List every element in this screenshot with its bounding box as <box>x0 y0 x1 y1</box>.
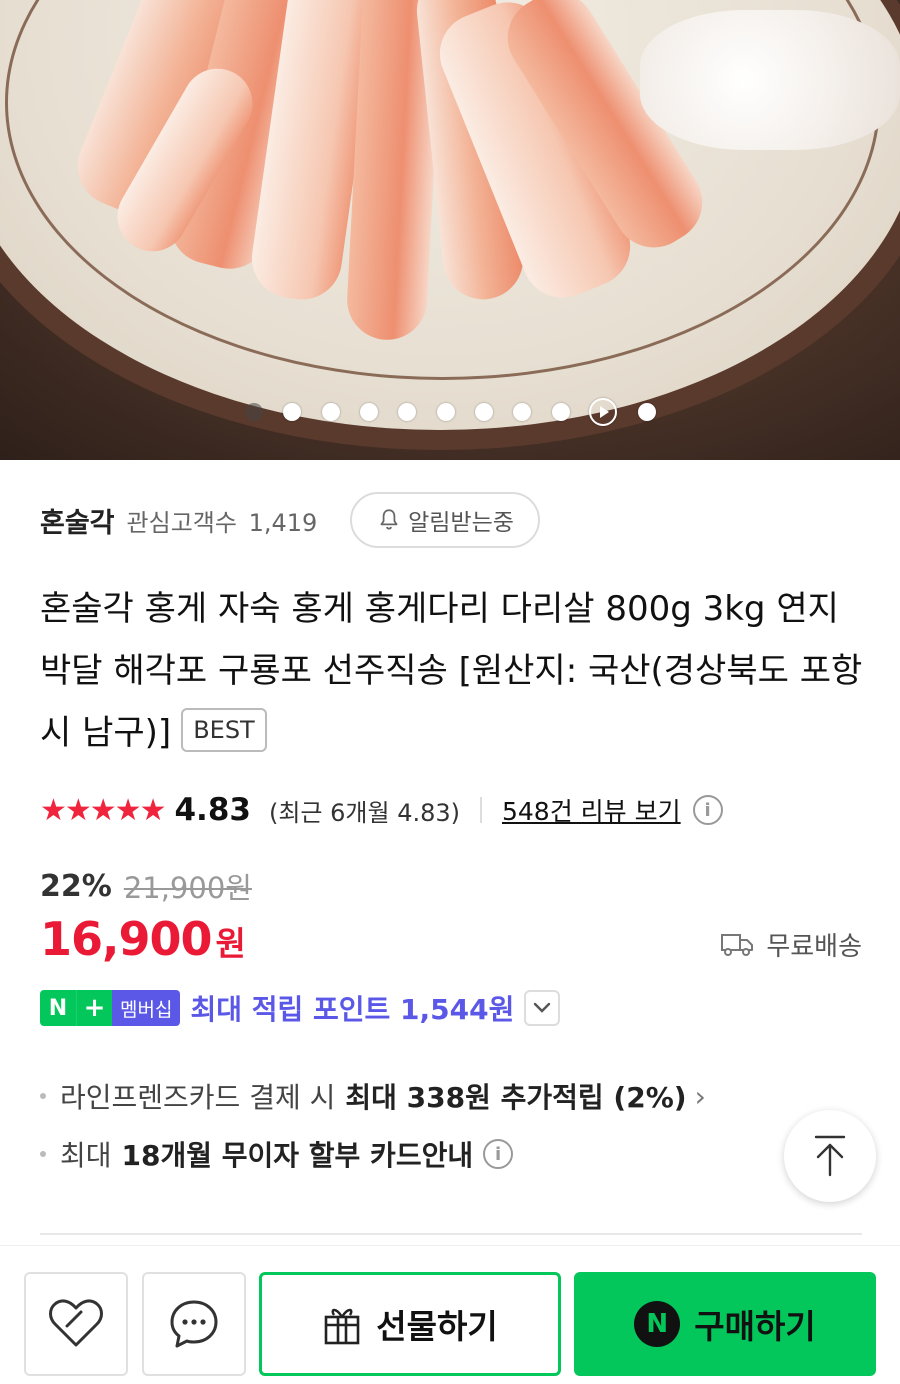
gallery-video-play-icon[interactable] <box>589 398 617 426</box>
store-name[interactable]: 혼술각 <box>40 501 115 540</box>
buy-label: 구매하기 <box>694 1307 816 1346</box>
naver-n-icon: N <box>40 990 76 1026</box>
talk-chat-button[interactable] <box>142 1272 246 1376</box>
benefit-prefix: 라인프렌즈카드 결제 시 <box>60 1081 336 1114</box>
interest-number: 1,419 <box>248 508 318 537</box>
currency-unit: 원 <box>215 924 246 963</box>
gallery-dot[interactable] <box>398 403 416 421</box>
interest-label: 관심고객수 <box>126 508 237 537</box>
benefit-prefix: 최대 <box>60 1139 112 1172</box>
product-title: 혼술각 홍게 자숙 홍게 홍게다리 다리살 800g 3kg 연지 박달 해각포… <box>40 578 870 764</box>
discount-rate: 22% <box>40 868 112 904</box>
scroll-to-top-button[interactable] <box>784 1110 876 1202</box>
gift-icon <box>324 1308 360 1345</box>
shipping-label: 무료배송 <box>766 931 862 962</box>
gift-button[interactable]: 선물하기 <box>259 1272 561 1376</box>
benefit-highlight: 최대 338원 추가적립 (2%) <box>345 1081 687 1114</box>
naver-pay-icon: N <box>634 1301 681 1347</box>
info-icon[interactable]: i <box>692 795 723 825</box>
bullet <box>40 1093 46 1099</box>
gallery-pagination[interactable] <box>0 398 900 426</box>
wishlist-button[interactable] <box>24 1272 128 1376</box>
membership-row[interactable]: N + 멤버십 최대 적립 포인트 1,544원 <box>40 986 561 1030</box>
star-rating-icon: ★★★★★ <box>40 792 166 828</box>
max-points-text: 최대 적립 포인트 1,544원 <box>190 993 515 1026</box>
gallery-dot[interactable] <box>552 403 570 421</box>
divider <box>480 797 482 823</box>
original-price: 21,900원 <box>123 871 252 905</box>
notify-label: 알림받는중 <box>408 510 514 536</box>
review-link[interactable]: 548건 리뷰 보기 <box>502 792 681 828</box>
gallery-dot[interactable] <box>513 403 531 421</box>
recent-rating: (최근 6개월 4.83) <box>268 798 460 827</box>
product-image-gallery[interactable] <box>0 0 900 460</box>
gallery-dot[interactable] <box>638 403 656 421</box>
info-icon[interactable]: i <box>483 1139 514 1169</box>
discount-row: 22% 21,900원 <box>40 862 252 910</box>
arrow-up-icon <box>814 1135 846 1177</box>
crab-meat-flakes <box>640 10 900 150</box>
shipping-info: 무료배송 <box>720 924 862 964</box>
chevron-right-icon: › <box>694 1079 706 1113</box>
interest-count: 관심고객수 1,419 <box>127 503 318 538</box>
product-title-text: 혼술각 홍게 자숙 홍게 홍게다리 다리살 800g 3kg 연지 박달 해각포… <box>40 589 863 753</box>
gift-label: 선물하기 <box>376 1307 498 1346</box>
benefit-highlight: 18개월 무이자 할부 카드안내 <box>121 1139 474 1172</box>
heart-icon <box>49 1299 103 1347</box>
truck-icon <box>721 934 754 956</box>
gallery-dot[interactable] <box>475 403 493 421</box>
gallery-dot[interactable] <box>322 403 340 421</box>
plus-icon: + <box>76 990 112 1026</box>
chevron-down-icon[interactable] <box>524 990 561 1026</box>
gallery-dot[interactable] <box>283 403 301 421</box>
rating-score: 4.83 <box>174 792 251 828</box>
rating-row: ★★★★★ 4.83 (최근 6개월 4.83) 548건 리뷰 보기 i <box>40 786 723 834</box>
buy-button[interactable]: N 구매하기 <box>574 1272 876 1376</box>
store-info: 혼술각 관심고객수 1,419 <box>40 492 317 548</box>
membership-label: 멤버십 <box>112 990 181 1026</box>
bullet <box>40 1151 46 1157</box>
gallery-dot[interactable] <box>360 403 378 421</box>
price-row: 16,900 원 <box>40 912 246 978</box>
card-benefit-row[interactable]: 라인프렌즈카드 결제 시 최대 338원 추가적립 (2%) › <box>40 1074 706 1118</box>
gallery-dot[interactable] <box>245 403 263 421</box>
chat-bubble-icon <box>170 1300 218 1348</box>
bell-icon <box>380 509 398 530</box>
installment-benefit-row[interactable]: 최대 18개월 무이자 할부 카드안내 i <box>40 1132 514 1176</box>
notify-button[interactable]: 알림받는중 <box>350 492 540 548</box>
section-divider <box>40 1233 862 1235</box>
best-badge: BEST <box>181 708 267 752</box>
gallery-dot[interactable] <box>437 403 455 421</box>
sale-price: 16,900 <box>40 912 213 966</box>
naver-plus-membership-badge: N + 멤버십 <box>40 990 181 1026</box>
